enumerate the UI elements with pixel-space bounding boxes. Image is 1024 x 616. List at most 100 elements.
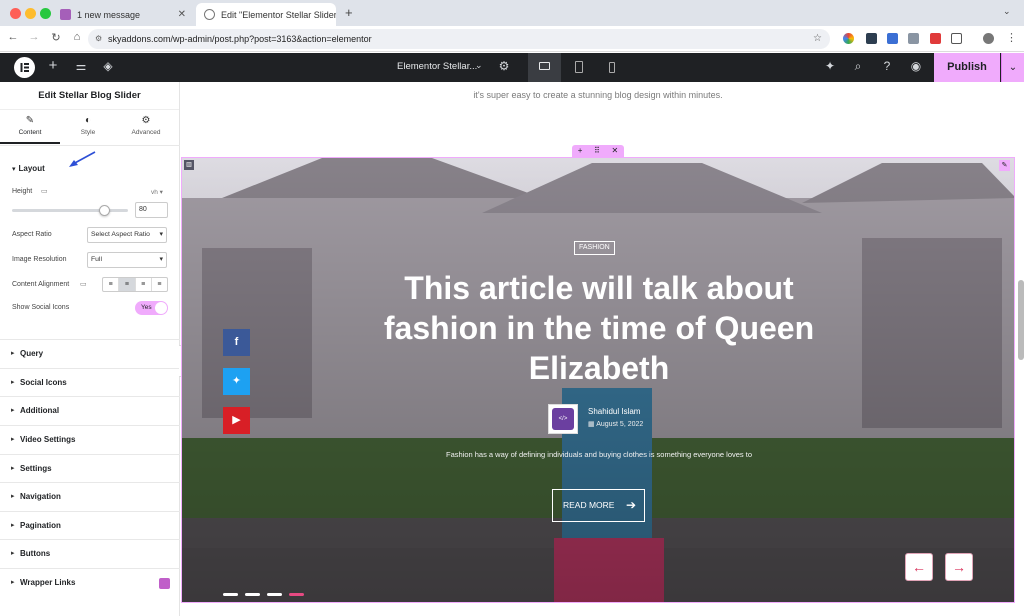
youtube-button[interactable]: ▶	[223, 407, 250, 434]
tab-style[interactable]: ◐ Style	[58, 112, 118, 144]
site-settings-icon[interactable]: ⚌	[73, 59, 89, 73]
desktop-view-button[interactable]	[528, 53, 561, 82]
help-icon[interactable]: ?	[879, 59, 895, 73]
extension-font-icon[interactable]	[930, 33, 941, 44]
image-resolution-label: Image Resolution	[12, 256, 67, 263]
bookmark-star-icon[interactable]: ☆	[813, 29, 822, 49]
url-input[interactable]: ⚙ skyaddons.com/wp-admin/post.php?post=3…	[88, 29, 830, 49]
align-center-icon[interactable]: ≡	[119, 278, 136, 291]
section-handle: + ⠿ ✕	[572, 145, 624, 157]
section-pagination[interactable]: Pagination	[0, 511, 180, 540]
section-query[interactable]: Query	[0, 339, 180, 368]
browser-menu-icon[interactable]: ⋮	[1006, 31, 1017, 44]
section-buttons[interactable]: Buttons	[0, 539, 180, 568]
next-slide-button[interactable]: →	[945, 553, 973, 581]
twitter-button[interactable]: ✦	[223, 368, 250, 395]
extension-shield-icon[interactable]	[866, 33, 877, 44]
structure-layers-icon[interactable]: ◈	[100, 59, 116, 73]
maximize-window-dot[interactable]	[40, 8, 51, 19]
category-badge[interactable]: FASHION	[574, 241, 615, 255]
editor-panel: Edit Stellar Blog Slider ✎ Content ◐ Sty…	[0, 82, 180, 616]
show-social-icons-label: Show Social Icons	[12, 304, 70, 311]
add-element-icon[interactable]: +	[45, 57, 61, 74]
align-left-icon[interactable]: ≡	[103, 278, 120, 291]
back-icon[interactable]: ←	[6, 31, 20, 43]
close-tab-icon[interactable]: ✕	[172, 9, 186, 20]
pagination-dot[interactable]	[245, 593, 260, 596]
tabs-divider	[0, 145, 180, 146]
extension-translate-icon[interactable]	[887, 33, 898, 44]
section-layout-heading[interactable]: ▾ Layout	[12, 164, 45, 173]
section-social-icons[interactable]: Social Icons	[0, 368, 180, 397]
publish-options-chevron-icon[interactable]: ⌄	[1001, 53, 1024, 82]
browser-tab-editor[interactable]: Edit "Elementor Stellar Slider ✕	[196, 3, 336, 26]
tab-search-icon[interactable]: ⌄	[1003, 6, 1011, 17]
site-info-icon[interactable]: ⚙	[95, 29, 102, 49]
align-right-icon[interactable]: ≡	[136, 278, 152, 291]
read-more-button[interactable]: READ MORE ➔	[552, 489, 645, 522]
toggle-value: Yes	[141, 304, 152, 311]
twitter-icon: ✦	[231, 375, 242, 387]
close-window-dot[interactable]	[10, 8, 21, 19]
align-justify-icon[interactable]: ≡	[152, 278, 167, 291]
pagination-dot[interactable]	[223, 593, 238, 596]
extension-color-icon[interactable]	[843, 33, 854, 44]
reload-icon[interactable]: ↻	[49, 31, 63, 44]
chevron-down-icon[interactable]: ⌄	[475, 60, 483, 71]
aspect-ratio-select[interactable]: Select Aspect Ratio	[87, 227, 167, 243]
forward-icon[interactable]: →	[27, 31, 41, 43]
tab-content-label: Content	[18, 129, 42, 136]
extensions-puzzle-icon[interactable]	[951, 33, 962, 44]
author-name[interactable]: Shahidul Islam	[588, 407, 640, 416]
scrollbar-thumb[interactable]	[1018, 280, 1024, 360]
author-avatar[interactable]: </>	[548, 404, 578, 434]
aspect-ratio-label: Aspect Ratio	[12, 231, 52, 238]
minimize-window-dot[interactable]	[25, 8, 36, 19]
column-handle-icon[interactable]: ▥	[184, 160, 194, 170]
page-settings-icon[interactable]: ⚙	[496, 59, 512, 73]
home-icon[interactable]: ⌂	[70, 31, 84, 43]
tab-advanced[interactable]: ⚙ Advanced	[116, 112, 176, 144]
section-settings[interactable]: Settings	[0, 454, 180, 483]
add-section-icon[interactable]: +	[578, 145, 583, 157]
new-tab-icon[interactable]: +	[345, 5, 353, 20]
preview-canvas: it's super easy to create a stunning blo…	[181, 82, 1024, 616]
pagination-dot-active[interactable]	[289, 593, 304, 596]
height-unit-select[interactable]: vh ▾	[151, 188, 163, 196]
drag-handle-icon[interactable]: ⠿	[594, 145, 600, 157]
preview-eye-icon[interactable]: ◉	[908, 59, 924, 73]
section-navigation[interactable]: Navigation	[0, 482, 180, 511]
elementor-topbar: + ⚌ ◈ Elementor Stellar... ⌄ ⚙ ✦ ⌕ ? ◉ P…	[0, 53, 1024, 82]
height-slider-handle[interactable]	[99, 205, 111, 216]
browser-tab-messages[interactable]: 1 new message ✕	[52, 3, 194, 26]
document-title[interactable]: Elementor Stellar...	[397, 61, 477, 72]
notifications-icon[interactable]: ✦	[822, 59, 838, 73]
author-logo-icon: </>	[552, 408, 574, 430]
facebook-button[interactable]: f	[223, 329, 250, 356]
elementor-logo-icon[interactable]	[14, 57, 35, 78]
responsive-desktop-icon[interactable]: ▭	[41, 187, 48, 195]
facebook-icon: f	[234, 336, 239, 348]
tablet-icon[interactable]	[575, 61, 583, 73]
slide-headline[interactable]: This article will talk about fashion in …	[351, 268, 847, 388]
delete-section-icon[interactable]: ✕	[611, 145, 618, 157]
section-wrapper-links[interactable]: Wrapper Links	[0, 568, 180, 597]
responsive-desktop-icon[interactable]: ▭	[80, 280, 87, 288]
height-slider-track[interactable]	[12, 209, 128, 212]
publish-button[interactable]: Publish	[934, 53, 1000, 82]
profile-avatar[interactable]	[983, 33, 994, 44]
section-video-settings[interactable]: Video Settings	[0, 425, 180, 454]
prev-slide-button[interactable]: ←	[905, 553, 933, 581]
search-icon[interactable]: ⌕	[850, 59, 866, 74]
tab-content[interactable]: ✎ Content	[0, 112, 60, 144]
desktop-icon	[539, 62, 550, 70]
show-social-icons-toggle[interactable]: Yes	[135, 301, 168, 315]
height-value-input[interactable]: 80	[135, 202, 168, 218]
image-resolution-select[interactable]: Full	[87, 252, 167, 268]
section-additional[interactable]: Additional	[0, 396, 180, 425]
extension-image-icon[interactable]	[908, 33, 919, 44]
edit-widget-icon[interactable]: ✎	[999, 160, 1010, 171]
mobile-icon[interactable]	[609, 62, 615, 73]
tab-style-label: Style	[80, 129, 96, 136]
pagination-dot[interactable]	[267, 593, 282, 596]
